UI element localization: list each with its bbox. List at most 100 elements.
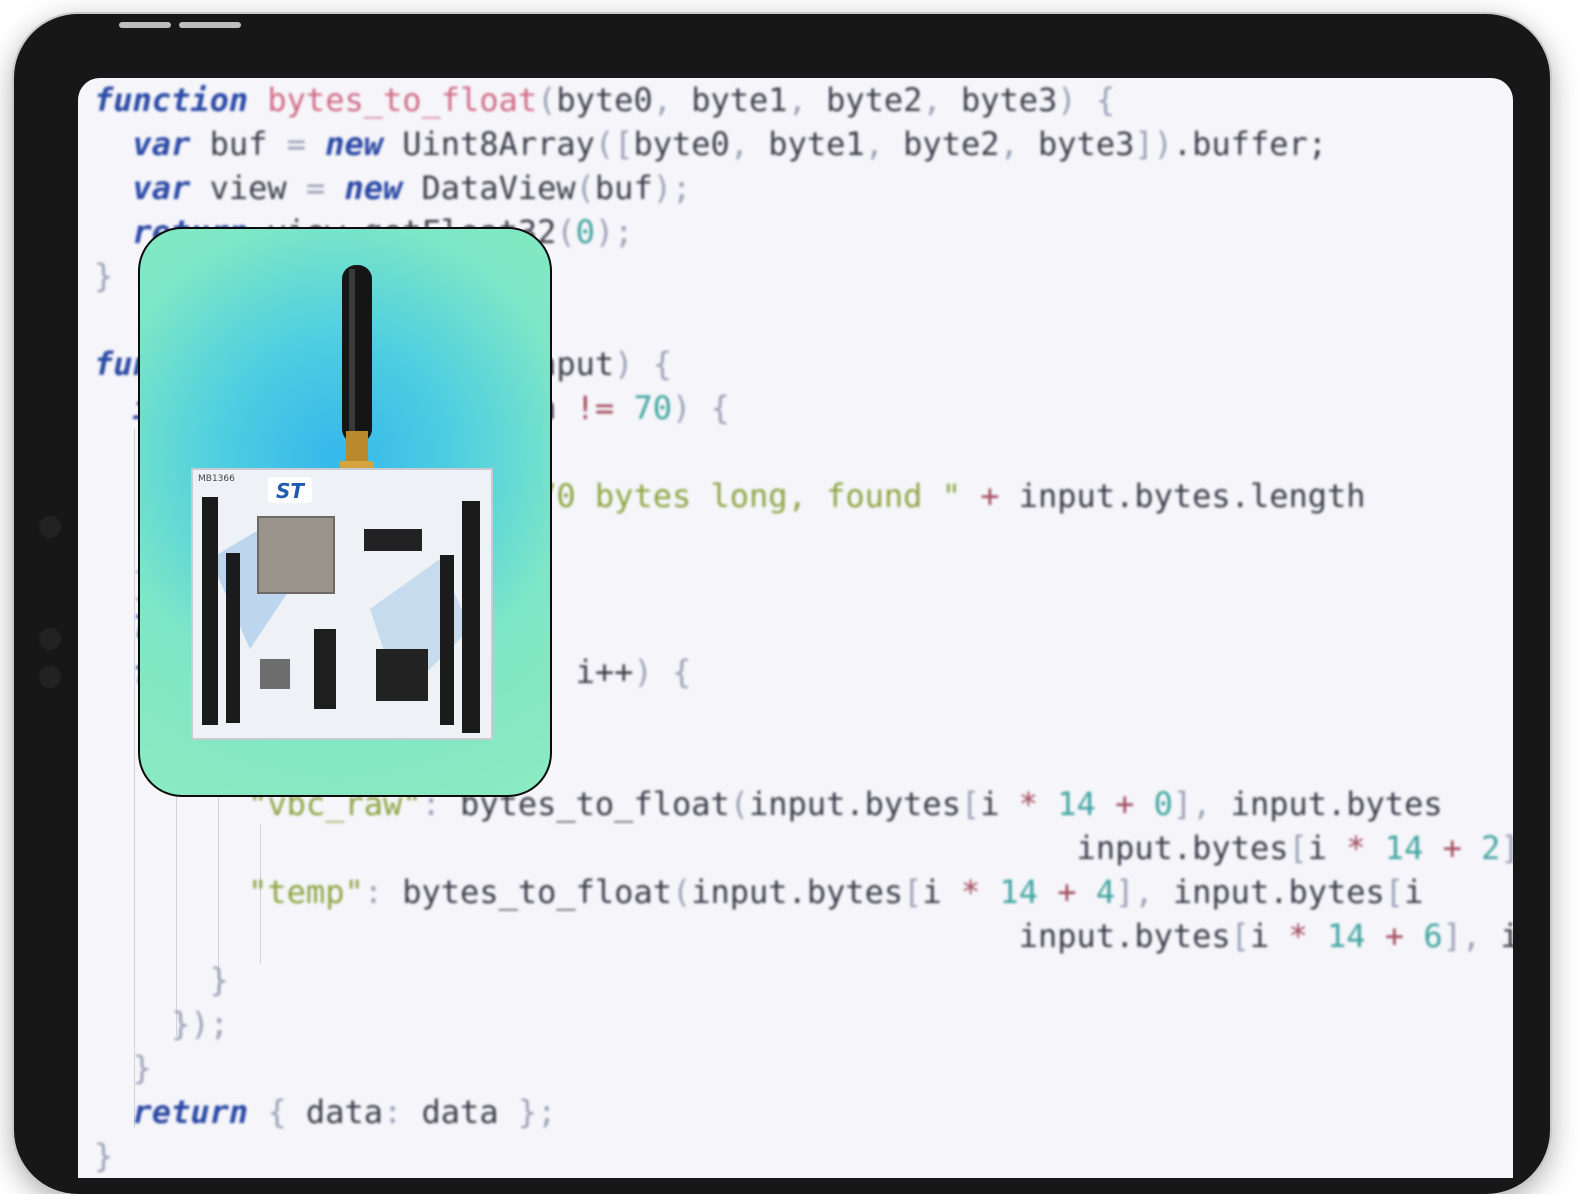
code-token: view [190, 169, 306, 207]
code-token: , [652, 81, 692, 119]
code-token: * [1346, 829, 1366, 867]
code-token: 70 [633, 389, 672, 427]
code-token: 2 [1481, 829, 1501, 867]
code-line: "temp": bytes_to_float(input.bytes[i * 1… [94, 870, 1513, 914]
code-token: new [344, 169, 403, 207]
code-token: bytes_to_float [402, 873, 672, 911]
code-token: : [363, 873, 403, 911]
code-token: , [787, 81, 827, 119]
code-token: byte2 [903, 125, 1000, 163]
code-token: ) { [614, 345, 672, 383]
code-token: bytes_to_float [267, 81, 538, 119]
code-token: input.bytes [1172, 873, 1385, 911]
code-token: [ [1288, 829, 1308, 867]
code-token: , [729, 125, 769, 163]
code-token: byte0 [556, 81, 653, 119]
code-token: ); [594, 213, 634, 251]
code-token: ( [729, 785, 750, 823]
code-token: byte2 [826, 81, 923, 119]
code-token: }; [517, 1093, 557, 1131]
code-token: + [980, 477, 1000, 515]
antenna-icon [340, 265, 374, 503]
code-token: } [94, 1137, 114, 1175]
code-token: "temp" [248, 873, 364, 911]
code-token: new [325, 125, 383, 163]
code-token: byte3 [1038, 125, 1135, 163]
code-token: ], [1442, 917, 1501, 955]
code-line: } [94, 1134, 1513, 1178]
code-token: * [1288, 917, 1308, 955]
sensor-dot [39, 666, 61, 688]
code-token: input.bytes [94, 829, 1289, 867]
st-logo-text: ST [276, 479, 305, 503]
code-token: i [1307, 829, 1347, 867]
code-line: input.bytes[i * 14 + 2], input.bytes [94, 826, 1513, 870]
code-token: , [864, 125, 904, 163]
code-token: 4 [1095, 873, 1116, 911]
code-line: } [94, 958, 1513, 1002]
code-token: 14 [1384, 829, 1424, 867]
code-line: var buf = new Uint8Array([byte0, byte1, … [94, 122, 1513, 166]
code-token: + [1115, 785, 1135, 823]
code-token: data [305, 1093, 383, 1131]
code-token: } [132, 1049, 152, 1087]
code-line: } [94, 1046, 1513, 1090]
code-token: [ [903, 873, 923, 911]
code-token: i [1404, 873, 1424, 911]
code-token: input.bytes [94, 917, 1231, 955]
code-token: ([ [594, 125, 634, 163]
code-token: } [209, 961, 229, 999]
code-line: function bytes_to_float(byte0, byte1, by… [94, 78, 1513, 122]
code-token: + [1442, 829, 1462, 867]
code-token: + [1384, 917, 1405, 955]
code-token: ]) [1134, 125, 1173, 163]
code-line: input.bytes[i * 14 + 6], input.bytes[i [94, 914, 1513, 958]
code-token: 14 [1327, 917, 1366, 955]
code-token: return [132, 1093, 249, 1131]
code-token: * [960, 873, 981, 911]
code-token: + [1057, 873, 1077, 911]
code-token: ); [652, 169, 692, 207]
code-token: var [132, 169, 191, 207]
code-token: Uint8Array [382, 125, 595, 163]
board-card: ST MB1366 [138, 227, 552, 797]
code-token: , [922, 81, 961, 119]
code-token: ], [1500, 829, 1513, 867]
code-token: data [421, 1093, 518, 1131]
code-token: , [999, 125, 1039, 163]
camera-dot [39, 516, 61, 538]
code-token: * [1018, 785, 1039, 823]
code-token: byte1 [768, 125, 865, 163]
code-token: ( [537, 81, 557, 119]
code-token: = [305, 169, 345, 207]
code-token: ], [1115, 873, 1173, 911]
code-token: ], [1172, 785, 1231, 823]
code-token: i [1249, 917, 1289, 955]
code-token: input.bytes [749, 785, 961, 823]
code-token: [ [960, 785, 981, 823]
code-token: function [94, 81, 249, 119]
code-token: i [980, 785, 1019, 823]
code-token: i++ [575, 653, 634, 691]
code-token: 0 [1153, 785, 1173, 823]
code-token: input.bytes [1500, 917, 1513, 955]
